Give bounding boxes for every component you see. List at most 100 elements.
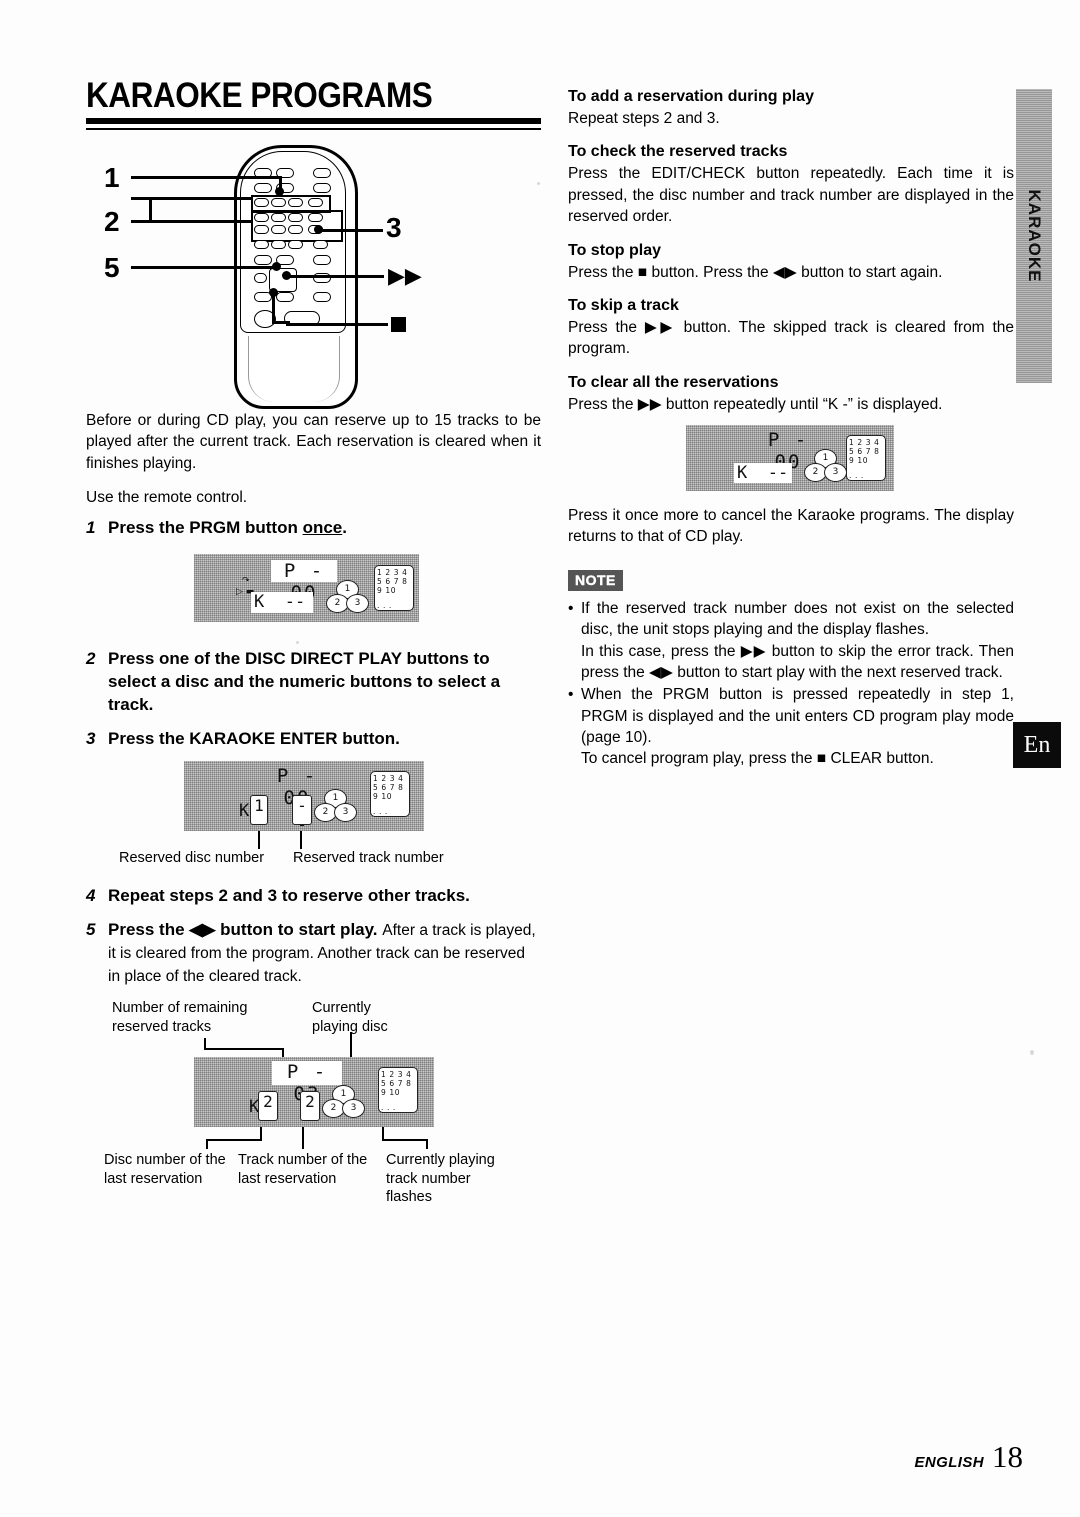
disc-indicator-group: 1 2 3 xyxy=(314,789,358,825)
disc-indicator-group: 1 2 3 xyxy=(326,580,370,616)
remote-button xyxy=(313,183,331,193)
track-row: 5 6 7 8 xyxy=(377,577,408,587)
step-5-heading: Press the ◀▶ button to start play. xyxy=(108,920,378,940)
step-4: 4 Repeat steps 2 and 3 to reserve other … xyxy=(86,885,541,908)
stop-leader xyxy=(286,323,388,326)
remote-button xyxy=(313,292,331,302)
section-heading-check-tracks: To check the reserved tracks xyxy=(568,143,788,161)
step-1-text-after: . xyxy=(342,517,347,537)
section-body-stop-play: Press the ■ button. Press the ◀▶ button … xyxy=(568,263,943,281)
track-number-grid: 1 2 3 4 5 6 7 8 9 10 . . . xyxy=(378,1067,418,1114)
footer-page-number: 18 xyxy=(992,1439,1023,1474)
caption-leader xyxy=(302,1127,304,1150)
footer-language: ENGLISH xyxy=(914,1454,984,1471)
section-body-add-reservation: Repeat steps 2 and 3. xyxy=(568,110,720,127)
skip-leader xyxy=(286,275,384,278)
caption-leader xyxy=(300,831,302,850)
display-figure-step3-wrap: P - 00 K 1 -- 1 2 3 1 2 3 4 5 6 7 8 9 10… xyxy=(86,761,541,871)
step-1-text: Press the PRGM button once. xyxy=(108,517,541,540)
step-1-text-underlined: once xyxy=(302,517,343,537)
remote-button xyxy=(271,240,286,249)
display-figure-clear: P - 00 K -- 1 2 3 1 2 3 4 5 6 7 8 9 10 .… xyxy=(686,425,894,491)
numeric-button xyxy=(288,213,303,222)
callout-2: 2 xyxy=(104,206,120,237)
disc-indicator-3: 3 xyxy=(334,803,357,823)
note-block: NOTE If the reserved track number does n… xyxy=(568,569,1014,770)
display-program-readout: P - 00 xyxy=(271,560,337,604)
display-program-readout: P - 00 xyxy=(767,429,809,473)
right-column: To add a reservation during play Repeat … xyxy=(568,88,1014,771)
track-row: 9 10 xyxy=(377,586,397,596)
display-figure-play: P - 03 K 2 2 1 2 3 1 2 3 4 5 6 7 8 9 10 … xyxy=(194,1057,434,1128)
remote-button xyxy=(288,240,303,249)
disc-indicator-group: 1 2 3 xyxy=(322,1085,366,1121)
track-row: . . . xyxy=(377,601,392,611)
note-item-subtext: In this case, press the ▶▶ button to ski… xyxy=(581,642,1014,681)
note-item-subtext: To cancel program play, press the ■ CLEA… xyxy=(581,750,934,768)
callout-2-leader-v xyxy=(149,197,152,221)
title-rule-thin xyxy=(86,128,541,130)
caption-leader xyxy=(258,831,260,850)
step-1-number: 1 xyxy=(86,517,96,537)
track-row: . . . xyxy=(381,1103,396,1113)
step-3-number: 3 xyxy=(86,728,96,748)
remote-button xyxy=(254,240,269,249)
display-karaoke-readout: K -- xyxy=(734,463,792,483)
track-row: . . . xyxy=(849,471,864,480)
display-program-readout: P - 03 xyxy=(272,1061,342,1105)
reserved-track-number-box: -- xyxy=(292,795,312,834)
caption-reserved-track-number: Reserved track number xyxy=(293,850,444,867)
note-list: If the reserved track number does not ex… xyxy=(568,598,1014,770)
disc-direct-button xyxy=(271,198,286,207)
numeric-button xyxy=(254,213,269,222)
scan-speck xyxy=(537,182,540,185)
caption-last-reservation-track: Track number of the last reservation xyxy=(238,1152,368,1187)
track-number-grid: 1 2 3 4 5 6 7 8 9 10 . . . xyxy=(374,565,414,612)
last-reservation-track-box: 2 xyxy=(300,1091,320,1122)
callout-3: 3 xyxy=(386,212,402,243)
remote-button xyxy=(313,255,331,265)
section-heading-stop-play: To stop play xyxy=(568,241,662,259)
disc-direct-button xyxy=(254,198,269,207)
step-1: 1 Press the PRGM button once. xyxy=(86,517,541,540)
track-row: 9 10 xyxy=(849,456,869,465)
last-reservation-disc-box: 2 xyxy=(258,1091,278,1122)
after-display-paragraph: Press it once more to cancel the Karaoke… xyxy=(568,507,1014,546)
skip-forward-icon: ▶▶ xyxy=(388,264,422,289)
track-row: 1 2 3 4 xyxy=(373,774,404,784)
disc-indicator-3: 3 xyxy=(346,594,369,614)
callout-1-leader xyxy=(131,176,281,179)
title-rule xyxy=(86,118,541,124)
step-5-number: 5 xyxy=(86,920,96,940)
caption-leader xyxy=(206,1139,262,1142)
track-row: 1 2 3 4 xyxy=(377,568,408,578)
note-item: When the PRGM button is pressed repeated… xyxy=(568,684,1014,770)
step-4-text: Repeat steps 2 and 3 to reserve other tr… xyxy=(108,886,470,906)
numeric-button xyxy=(254,225,269,234)
track-row: 5 6 7 8 xyxy=(373,783,404,793)
disc-indicator-3: 3 xyxy=(342,1099,365,1119)
footer: ENGLISH 18 xyxy=(915,1439,1023,1475)
display-figure-step3: P - 00 K 1 -- 1 2 3 1 2 3 4 5 6 7 8 9 10… xyxy=(184,761,424,834)
caption-leader xyxy=(426,1139,428,1150)
display-figure-clear-wrap: P - 00 K -- 1 2 3 1 2 3 4 5 6 7 8 9 10 .… xyxy=(568,425,1014,505)
note-item-text: If the reserved track number does not ex… xyxy=(581,599,1014,639)
language-badge: En xyxy=(1013,722,1061,768)
section-body-clear-reservations: Press the ▶▶ button repeatedly until “K … xyxy=(568,395,943,413)
track-row: 9 10 xyxy=(381,1088,401,1098)
numeric-button xyxy=(288,225,303,234)
disc-indicator-3: 3 xyxy=(824,463,847,482)
reserved-disc-number-box: 1 xyxy=(250,795,268,826)
numeric-button xyxy=(271,213,286,222)
step-1-text-before: Press the PRGM button xyxy=(108,517,303,537)
caption-currently-playing-disc: Currently playing disc xyxy=(312,1000,388,1035)
step-2-text: Press one of the DISC DIRECT PLAY button… xyxy=(108,649,501,714)
step-5: 5 Press the ◀▶ button to start play. Aft… xyxy=(86,919,541,987)
note-item: If the reserved track number does not ex… xyxy=(568,598,1014,684)
callout-5-point xyxy=(272,262,281,271)
callout-5: 5 xyxy=(104,252,120,283)
track-row: 5 6 7 8 xyxy=(849,447,880,456)
stop-icon xyxy=(391,317,406,332)
numeric-button xyxy=(271,225,286,234)
remote-button xyxy=(313,240,328,249)
